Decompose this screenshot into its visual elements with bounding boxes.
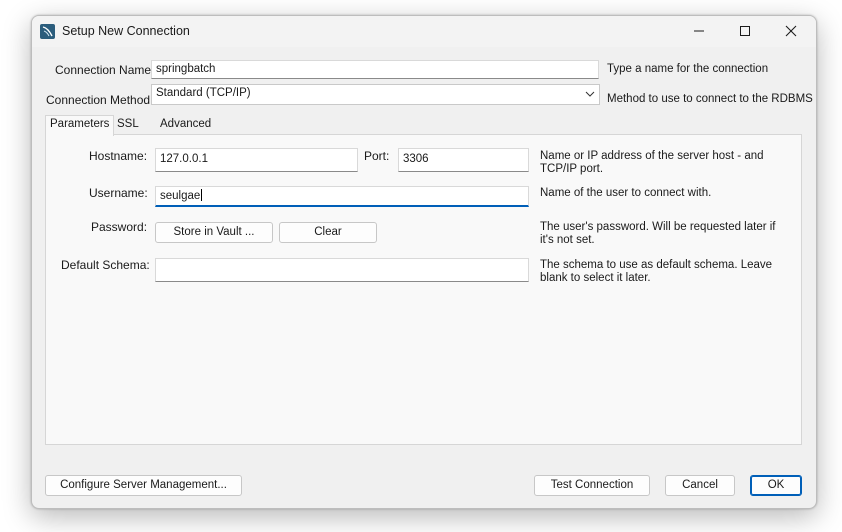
default-schema-hint: The schema to use as default schema. Lea… bbox=[540, 259, 773, 284]
hostname-hint: Name or IP address of the server host - … bbox=[540, 150, 764, 175]
close-button[interactable] bbox=[768, 16, 814, 46]
connection-method-hint: Method to use to connect to the RDBMS bbox=[607, 93, 813, 105]
store-in-vault-button[interactable]: Store in Vault ... bbox=[155, 222, 273, 243]
connection-method-value: Standard (TCP/IP) bbox=[156, 87, 251, 99]
cancel-button[interactable]: Cancel bbox=[665, 475, 735, 496]
port-input[interactable]: 3306 bbox=[398, 148, 529, 172]
username-label: Username: bbox=[89, 186, 148, 200]
default-schema-label: Default Schema: bbox=[61, 258, 150, 272]
connection-name-hint: Type a name for the connection bbox=[607, 63, 769, 75]
port-label: Port: bbox=[364, 149, 390, 163]
password-hint: The user's password. Will be requested l… bbox=[540, 221, 776, 246]
parameters-panel: Hostname: 127.0.0.1 Port: 3306 Name or I… bbox=[45, 134, 802, 445]
tab-ssl[interactable]: SSL bbox=[113, 116, 143, 135]
maximize-button[interactable] bbox=[722, 16, 768, 46]
minimize-icon bbox=[694, 30, 704, 32]
title-bar[interactable]: Setup New Connection bbox=[32, 16, 816, 47]
window-title: Setup New Connection bbox=[62, 24, 190, 38]
maximize-icon bbox=[740, 26, 750, 36]
close-icon bbox=[785, 25, 797, 37]
username-hint: Name of the user to connect with. bbox=[540, 187, 712, 199]
default-schema-input[interactable] bbox=[155, 258, 529, 282]
tab-parameters[interactable]: Parameters bbox=[45, 115, 115, 136]
clear-password-button[interactable]: Clear bbox=[279, 222, 377, 243]
mysql-workbench-icon bbox=[40, 24, 55, 39]
hostname-input[interactable]: 127.0.0.1 bbox=[155, 148, 358, 172]
minimize-button[interactable] bbox=[676, 16, 722, 46]
text-caret bbox=[201, 189, 203, 201]
setup-connection-dialog: Setup New Connection Connection Name: sp… bbox=[31, 15, 817, 509]
username-input[interactable]: seulgae bbox=[155, 186, 529, 207]
chevron-down-icon bbox=[585, 91, 595, 97]
connection-method-label: Connection Method: bbox=[46, 93, 154, 107]
password-label: Password: bbox=[91, 220, 148, 234]
ok-button[interactable]: OK bbox=[750, 475, 802, 496]
configure-server-management-button[interactable]: Configure Server Management... bbox=[45, 475, 242, 496]
hostname-label: Hostname: bbox=[89, 149, 148, 163]
connection-method-select[interactable]: Standard (TCP/IP) bbox=[151, 84, 600, 105]
test-connection-button[interactable]: Test Connection bbox=[534, 475, 650, 496]
tab-advanced[interactable]: Advanced bbox=[156, 116, 215, 135]
connection-name-input[interactable]: springbatch bbox=[151, 60, 599, 79]
username-value: seulgae bbox=[160, 190, 201, 202]
connection-name-label: Connection Name: bbox=[55, 63, 155, 77]
